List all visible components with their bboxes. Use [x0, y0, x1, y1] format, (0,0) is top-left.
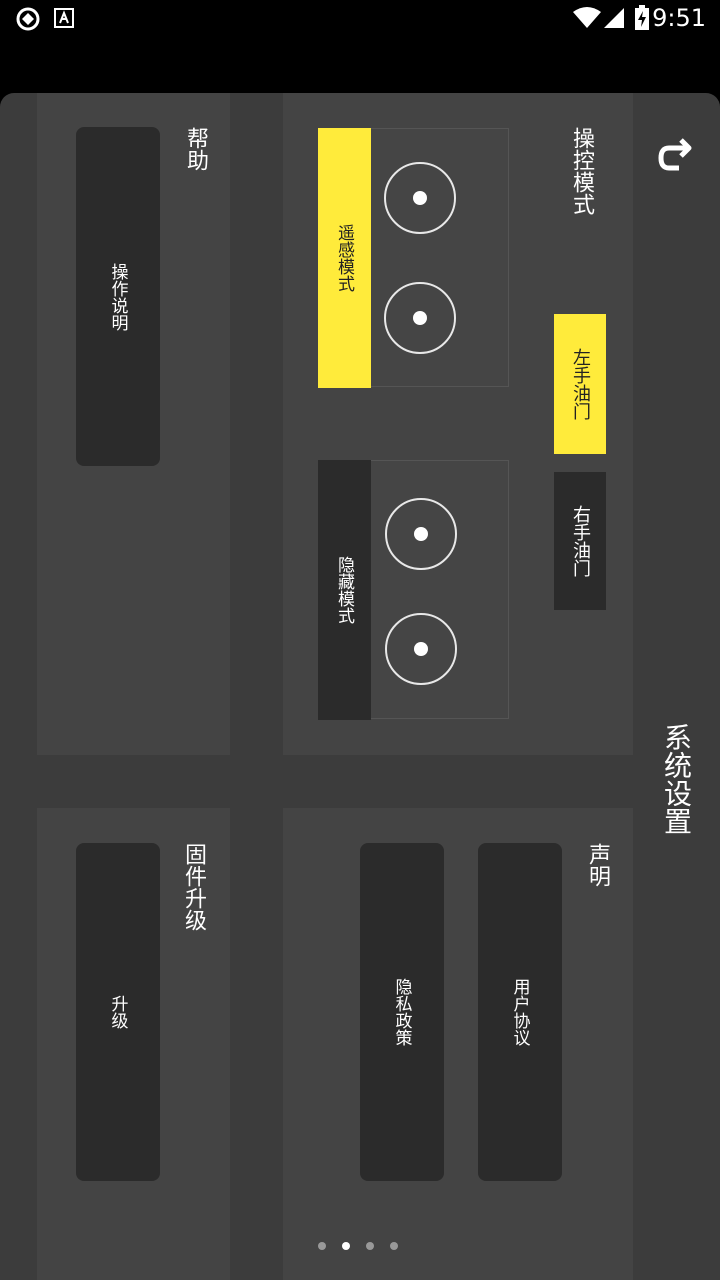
- user-agreement-button[interactable]: 用户协议: [478, 843, 562, 1181]
- page-indicator[interactable]: [318, 1241, 408, 1251]
- back-button[interactable]: [650, 129, 700, 179]
- statement-title: 声明: [585, 843, 610, 887]
- remote-mode-tile[interactable]: 遥感模式: [318, 128, 509, 388]
- back-arrow-icon: [658, 138, 692, 171]
- sync-icon: [16, 7, 40, 31]
- dpad-joystick-icon: [385, 613, 457, 685]
- page-dot[interactable]: [318, 1242, 326, 1250]
- hidden-mode-tile[interactable]: 隐藏模式: [318, 460, 509, 720]
- page-dot-active[interactable]: [342, 1242, 350, 1250]
- font-app-icon: [54, 8, 74, 28]
- statement-card: 声明 用户协议 隐私政策: [283, 808, 633, 1280]
- left-throttle-button[interactable]: 左手油门: [554, 314, 606, 454]
- firmware-title: 固件升级: [181, 843, 206, 931]
- page-dot[interactable]: [390, 1242, 398, 1250]
- right-throttle-button[interactable]: 右手油门: [554, 472, 606, 610]
- joystick-icon: [384, 162, 456, 234]
- status-time: 9:51: [652, 4, 706, 32]
- control-mode-title: 操控模式: [569, 127, 594, 215]
- wifi-icon: [573, 7, 601, 28]
- settings-panel: 系统设置 操控模式 左手油门 右手油门 遥感模式 隐藏模式 帮助 操作说明 声明…: [0, 93, 720, 1280]
- signal-icon: [604, 8, 624, 28]
- hidden-mode-label: 隐藏模式: [318, 460, 371, 720]
- status-bar: 9:51: [0, 0, 720, 38]
- firmware-card: 固件升级 升级: [37, 808, 230, 1280]
- privacy-policy-button[interactable]: 隐私政策: [360, 843, 444, 1181]
- page-dot[interactable]: [366, 1242, 374, 1250]
- upgrade-button[interactable]: 升级: [76, 843, 160, 1181]
- help-card: 帮助 操作说明: [37, 93, 230, 755]
- help-title: 帮助: [183, 127, 208, 171]
- page-title: 系统设置: [660, 723, 693, 835]
- battery-icon: [635, 5, 649, 30]
- dpad-joystick-icon: [385, 498, 457, 570]
- control-mode-card: 操控模式 左手油门 右手油门 遥感模式 隐藏模式: [283, 93, 633, 755]
- joystick-icon: [384, 282, 456, 354]
- remote-mode-label: 遥感模式: [318, 128, 371, 388]
- instructions-button[interactable]: 操作说明: [76, 127, 160, 466]
